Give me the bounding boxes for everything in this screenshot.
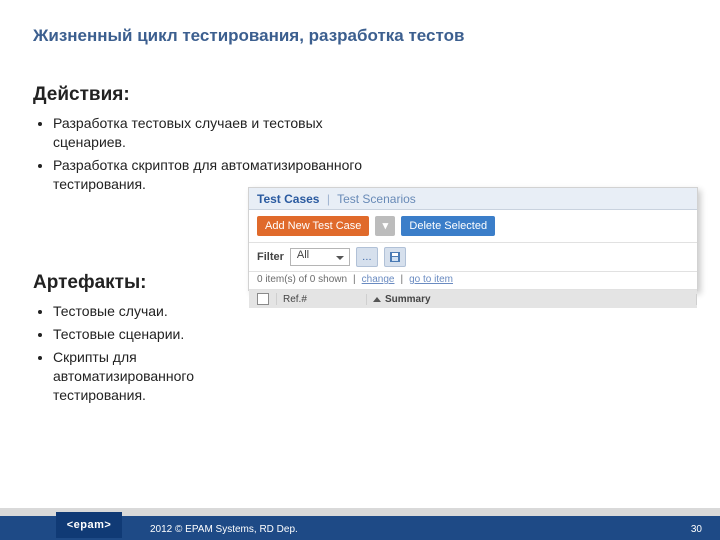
- delete-selected-button[interactable]: Delete Selected: [401, 216, 495, 236]
- artifacts-heading: Артефакты:: [33, 272, 253, 294]
- artifacts-list: Тестовые случаи. Тестовые сценарии. Скри…: [33, 302, 253, 404]
- select-all-header[interactable]: [249, 293, 277, 305]
- page-number: 30: [691, 524, 702, 535]
- actions-heading: Действия:: [33, 84, 373, 106]
- add-new-test-case-button[interactable]: Add New Test Case: [257, 216, 369, 236]
- status-separator: |: [400, 274, 403, 285]
- checkbox-icon: [257, 293, 269, 305]
- status-text: 0 item(s) of 0 shown: [257, 274, 347, 285]
- filter-row: Filter All …: [249, 243, 697, 272]
- tab-separator: |: [327, 192, 330, 206]
- list-item: Тестовые сценарии.: [53, 325, 253, 344]
- column-ref[interactable]: Ref.#: [277, 294, 367, 305]
- toolbar: Add New Test Case ▾ Delete Selected: [249, 210, 697, 243]
- save-icon: [389, 251, 401, 263]
- status-separator: |: [353, 274, 356, 285]
- slide-title: Жизненный цикл тестирования, разработка …: [33, 26, 464, 46]
- sort-asc-icon: [373, 297, 381, 302]
- column-ref-label: Ref.#: [283, 294, 307, 305]
- filter-label: Filter: [257, 251, 284, 263]
- section-actions: Действия: Разработка тестовых случаев и …: [33, 84, 373, 198]
- footer-copyright: 2012 © EPAM Systems, RD Dep.: [150, 524, 298, 535]
- actions-list: Разработка тестовых случаев и тестовых с…: [33, 114, 373, 194]
- tab-bar: Test Cases | Test Scenarios: [249, 188, 697, 210]
- change-link[interactable]: change: [362, 274, 395, 285]
- filter-select[interactable]: All: [290, 248, 350, 266]
- list-item: Тестовые случаи.: [53, 302, 253, 321]
- status-row: 0 item(s) of 0 shown | change | go to it…: [249, 272, 697, 290]
- column-summary[interactable]: Summary: [367, 294, 697, 305]
- tab-test-scenarios[interactable]: Test Scenarios: [337, 192, 416, 206]
- tab-test-cases[interactable]: Test Cases: [257, 192, 319, 206]
- list-item: Скрипты для автоматизированного тестиров…: [53, 348, 253, 405]
- list-item: Разработка тестовых случаев и тестовых с…: [53, 114, 373, 152]
- table-header: Ref.# Summary: [249, 290, 697, 308]
- app-screenshot: Test Cases | Test Scenarios Add New Test…: [248, 187, 698, 291]
- column-summary-label: Summary: [385, 294, 431, 305]
- section-artifacts: Артефакты: Тестовые случаи. Тестовые сце…: [33, 272, 253, 408]
- filter-options-button[interactable]: …: [356, 247, 378, 267]
- filter-save-button[interactable]: [384, 247, 406, 267]
- epam-logo-badge: <epam>: [56, 512, 122, 538]
- dropdown-toggle-button[interactable]: ▾: [375, 216, 395, 236]
- goto-item-link[interactable]: go to item: [409, 274, 453, 285]
